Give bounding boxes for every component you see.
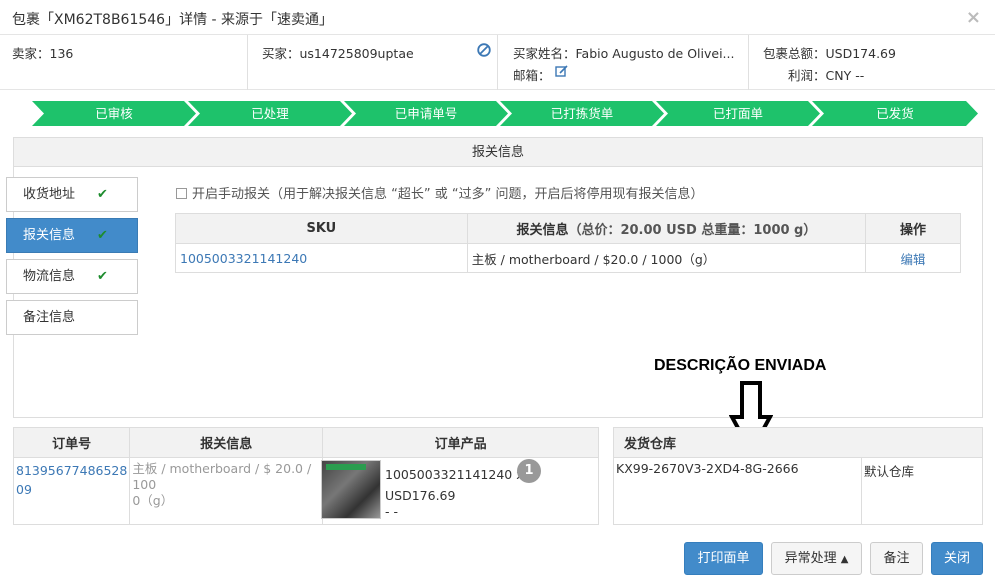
- col-customs-info: 报关信息（总价：20.00 USD 总重量：1000 g）: [466, 213, 867, 244]
- col-order-no: 订单号: [12, 427, 131, 458]
- order-no-cell: 81395677486528 09: [12, 457, 131, 525]
- table-row: 1005003321141240 主板 / motherboard / $20.…: [175, 243, 961, 273]
- step-label-printed: 已打面单: [656, 101, 820, 126]
- email-label: 邮箱：: [513, 68, 551, 83]
- col-order-product: 订单产品: [322, 427, 599, 458]
- order-customs-text-cont: 0（g）: [132, 493, 174, 508]
- dialog-titlebar: 包裹「XM62T8B61546」详情 - 来源于「速卖通」 ×: [0, 0, 995, 35]
- seller-label: 卖家：136: [12, 46, 74, 61]
- col-warehouse: 发货仓库: [613, 427, 983, 458]
- warehouse-name: 默认仓库: [861, 457, 983, 525]
- ban-icon[interactable]: [477, 43, 491, 57]
- quantity-badge: 1: [517, 459, 541, 483]
- tab-label: 收货地址: [23, 187, 76, 202]
- customs-table: SKU 报关信息（总价：20.00 USD 总重量：1000 g） 操作 100…: [175, 213, 961, 273]
- tab-shipping-address[interactable]: 收货地址 ✔: [6, 177, 138, 212]
- annotation-label: DESCRIÇÃO ENVIADA: [654, 357, 827, 374]
- step-processed: 已处理: [188, 101, 352, 126]
- customs-panel: 报关信息: [13, 137, 983, 418]
- print-label-button[interactable]: 打印面单: [684, 542, 763, 575]
- warehouse-sku: KX99-2670V3-2XD4-8G-2666: [613, 457, 862, 525]
- buyer-label: 买家：us14725809uptae: [262, 46, 414, 61]
- caret-up-icon: ▲: [840, 554, 849, 565]
- note-button[interactable]: 备注: [870, 542, 923, 575]
- tab-logistics-info[interactable]: 物流信息 ✔: [6, 259, 138, 294]
- manual-customs-checkbox[interactable]: [176, 188, 187, 199]
- warehouse-table: 发货仓库 KX99-2670V3-2XD4-8G-2666 默认仓库: [613, 427, 983, 525]
- tab-label: 物流信息: [23, 269, 76, 284]
- tab-customs-info[interactable]: 报关信息 ✔: [6, 218, 138, 253]
- step-shipped: 已发货: [812, 101, 978, 126]
- order-no-link-cont[interactable]: 09: [16, 480, 127, 499]
- table-row: KX99-2670V3-2XD4-8G-2666 默认仓库: [613, 457, 983, 525]
- total-label: 包裹总额：USD174.69: [763, 46, 896, 61]
- exception-button[interactable]: 异常处理 ▲: [771, 542, 862, 575]
- order-customs-cell: 主板 / motherboard / $ 20.0 / 100 0（g）: [129, 457, 324, 525]
- edit-link[interactable]: 编辑: [865, 243, 961, 273]
- step-tracking-applied: 已申请单号: [344, 101, 508, 126]
- seller-cell: 卖家：136: [0, 35, 248, 90]
- info-bar: 卖家：136 买家：us14725809uptae 买家姓名：Fabio Aug…: [0, 35, 995, 90]
- total-cell: 包裹总额：USD174.69 利润：CNY --: [749, 35, 995, 90]
- check-icon: ✔: [97, 228, 108, 243]
- col-order-customs: 报关信息: [129, 427, 324, 458]
- customs-info-cell: 主板 / motherboard / $20.0 / 1000（g）: [466, 243, 867, 273]
- product-dash: - -: [385, 504, 398, 519]
- dialog-title: 包裹「XM62T8B61546」详情 - 来源于「速卖通」: [12, 12, 334, 28]
- order-no-link[interactable]: 81395677486528: [16, 461, 127, 480]
- exception-label: 异常处理: [784, 551, 837, 566]
- manual-customs-label: 开启手动报关（用于解决报关信息 “超长” 或 “过多” 问题，开启后将停用现有报…: [192, 187, 704, 202]
- buyer-name-label: 买家姓名：Fabio Augusto de Olivei...: [513, 46, 735, 61]
- buyer-name-cell: 买家姓名：Fabio Augusto de Olivei... 邮箱：: [498, 35, 749, 90]
- close-button[interactable]: 关闭: [931, 542, 983, 575]
- close-icon[interactable]: ×: [966, 7, 981, 28]
- col-sku: SKU: [175, 213, 468, 244]
- product-info: 1005003321141240 x USD176.69 - -: [385, 464, 524, 518]
- product-image[interactable]: [321, 460, 381, 519]
- product-price: USD176.69: [385, 488, 456, 503]
- product-sku: 1005003321141240 x: [385, 467, 524, 482]
- col-action: 操作: [865, 213, 961, 244]
- step-reviewed: 已审核: [32, 101, 196, 126]
- check-icon: ✔: [97, 187, 108, 202]
- manual-customs-toggle[interactable]: 开启手动报关（用于解决报关信息 “超长” 或 “过多” 问题，开启后将停用现有报…: [176, 183, 703, 202]
- panel-title: 报关信息: [14, 138, 982, 167]
- sku-link[interactable]: 1005003321141240: [175, 243, 468, 273]
- step-picklist-printed: 已打拣货单: [500, 101, 664, 126]
- edit-icon[interactable]: [555, 65, 568, 78]
- buyer-cell: 买家：us14725809uptae: [248, 35, 498, 90]
- tab-notes[interactable]: 备注信息: [6, 300, 138, 335]
- tab-label: 备注信息: [23, 310, 76, 325]
- tab-label: 报关信息: [23, 228, 76, 243]
- progress-steps: 已审核 已处理 已申请单号 已打拣货单 已打面单 已发货: [32, 101, 978, 126]
- profit-label: 利润：CNY --: [788, 68, 865, 83]
- check-icon: ✔: [97, 269, 108, 284]
- order-customs-text: 主板 / motherboard / $ 20.0 / 100: [132, 461, 312, 492]
